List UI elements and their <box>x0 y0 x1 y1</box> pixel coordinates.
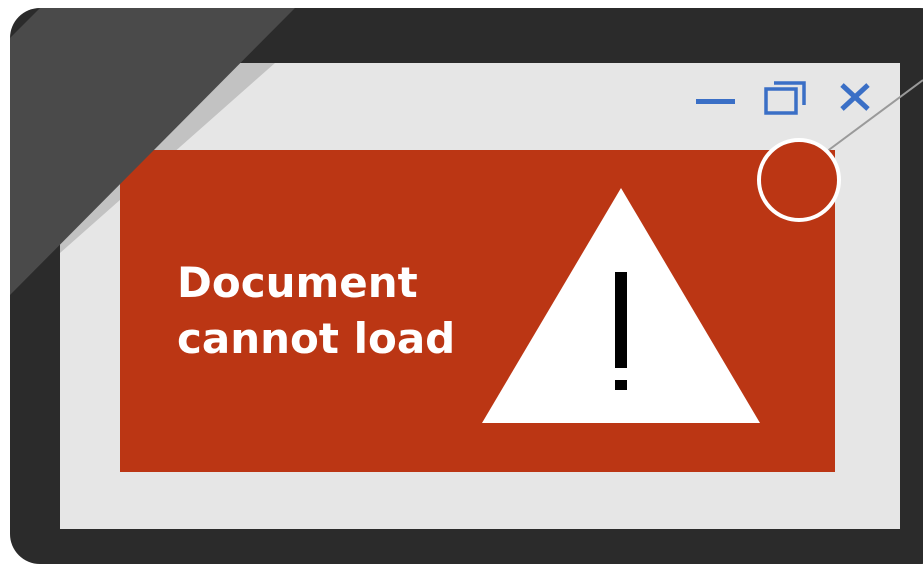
tablet-device: Document cannot load <box>10 8 923 564</box>
error-message-line-1: Document <box>177 258 418 307</box>
warning-triangle-icon <box>482 188 760 423</box>
restore-icon <box>764 81 806 115</box>
restore-button[interactable] <box>762 77 808 117</box>
close-icon <box>840 83 870 111</box>
minimize-icon <box>696 99 735 104</box>
illustration: Document cannot load <box>0 0 923 564</box>
error-panel: Document cannot load <box>120 150 835 472</box>
close-button[interactable] <box>836 77 876 117</box>
minimize-button[interactable] <box>696 81 736 117</box>
error-message: Document cannot load <box>177 255 497 367</box>
callout-circle-icon <box>757 138 841 222</box>
error-message-line-2: cannot load <box>177 314 456 363</box>
app-window: Document cannot load <box>60 63 900 529</box>
